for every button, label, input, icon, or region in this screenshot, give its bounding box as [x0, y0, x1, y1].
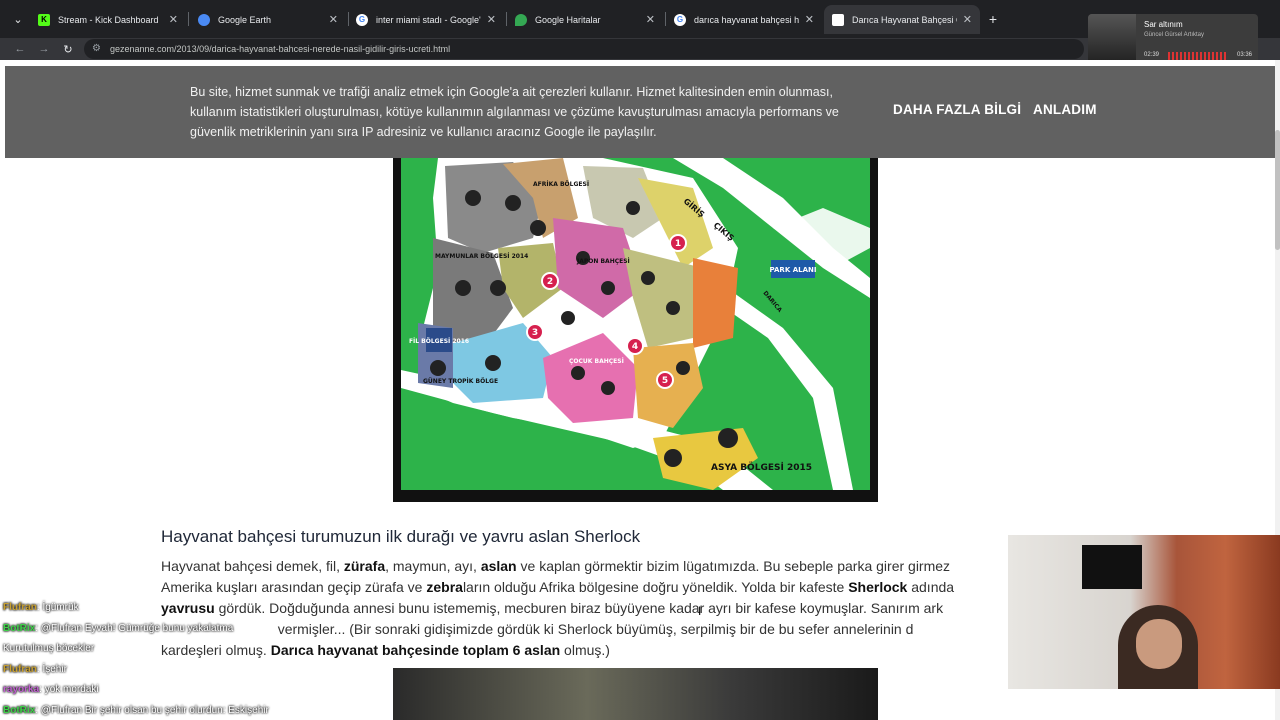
- article-text: ve kaplan görmektir bizim lügatımızda. B…: [516, 558, 954, 574]
- chat-username[interactable]: Flufran: [3, 664, 37, 675]
- close-icon[interactable]: ✕: [329, 13, 338, 26]
- chat-username[interactable]: BotRix: [3, 705, 35, 716]
- article-heading: Hayvanat bahçesi turumuzun ilk durağı ve…: [161, 527, 641, 546]
- track-artist: Güncel Gürsel Artıktay: [1144, 32, 1205, 38]
- tab-google-earth[interactable]: Google Earth ✕: [190, 5, 346, 34]
- chat-message: rayorka: yok mordaki: [3, 680, 403, 701]
- map-number-2: 2: [547, 277, 553, 287]
- total-time: 03:36: [1236, 52, 1252, 58]
- chat-text: : @Flufran Bir şehir olsan bu şehir olur…: [35, 704, 269, 716]
- close-icon[interactable]: ✕: [963, 13, 972, 26]
- chat-username[interactable]: BotRix: [3, 623, 35, 634]
- waveform-progress[interactable]: [1168, 52, 1228, 60]
- article-link-bold[interactable]: Sherlock: [848, 579, 907, 595]
- zoo-map-image: 1 2 3 4 5 PARK ALANI AFRİKA BÖLGESİ MAYM…: [393, 158, 878, 502]
- scrollbar-thumb[interactable]: [1275, 130, 1280, 250]
- tab-title: inter miami stadı - Google'da A: [376, 14, 481, 25]
- webcam-overlay: [1008, 535, 1280, 689]
- map-label-south-tropic: GÜNEY TROPİK BÖLGE: [423, 378, 498, 385]
- google-icon: G: [356, 13, 368, 26]
- article-line: Amerika kuşları arasından geçip zürafa v…: [161, 577, 1021, 598]
- map-number-5: 5: [662, 376, 668, 386]
- more-info-button[interactable]: DAHA FAZLA BİLGİ: [893, 102, 1021, 117]
- close-icon[interactable]: ✕: [169, 13, 178, 26]
- close-icon[interactable]: ✕: [646, 13, 655, 26]
- reload-icon[interactable]: ↻: [60, 41, 76, 57]
- tab-title: Google Earth: [218, 14, 272, 25]
- tab-title: Darıca Hayvanat Bahçesi Gezim: [852, 14, 957, 25]
- chat-text: : yok mordaki: [39, 684, 99, 695]
- article-line: Hayvanat bahçesi demek, fil, zürafa, may…: [161, 556, 1021, 577]
- page-icon: [832, 13, 844, 26]
- chat-text: : İşehir: [36, 663, 67, 675]
- tab-title: Google Haritalar: [535, 14, 601, 25]
- google-maps-icon: [515, 13, 527, 26]
- map-label-elephant: FİL BÖLGESİ 2016: [409, 338, 469, 345]
- map-number-1: 1: [675, 239, 681, 249]
- url-text: gezenanne.com/2013/09/darica-hayvanat-ba…: [110, 44, 451, 54]
- chat-text: : @Flufran Eyvah! Gümrüğe bunu yakalatma: [35, 622, 234, 634]
- wall-flag: [1082, 545, 1142, 589]
- article-text: adında: [907, 579, 955, 595]
- google-icon: G: [674, 13, 686, 26]
- map-label-children: ÇOCUK BAHÇESİ: [569, 358, 624, 365]
- close-icon[interactable]: ✕: [487, 13, 496, 26]
- screen: ⌄ K Stream - Kick Dashboard ✕ Google Ear…: [0, 0, 1280, 720]
- chat-text: Kurutulmuş böcekler: [3, 643, 95, 654]
- chat-username[interactable]: rayorka: [3, 684, 39, 695]
- back-icon[interactable]: ←: [12, 41, 28, 57]
- streamer-face: [1136, 619, 1182, 669]
- article-link-bold[interactable]: zebra: [426, 579, 463, 595]
- map-label-asia: ASYA BÖLGESİ 2015: [711, 462, 812, 473]
- kick-icon: K: [38, 13, 50, 26]
- cookie-message: Bu site, hizmet sunmak ve trafiği analiz…: [190, 85, 839, 139]
- article-text: Hayvanat bahçesi demek, fil,: [161, 558, 344, 574]
- tab-title: Stream - Kick Dashboard: [58, 14, 159, 25]
- mouse-cursor: I: [698, 604, 702, 618]
- accept-cookies-button[interactable]: ANLADIM: [1033, 102, 1097, 117]
- tab-title: darıca hayvanat bahçesi harita: [694, 14, 799, 25]
- media-player-popup[interactable]: Sar altınım Güncel Gürsel Artıktay 02:39…: [1088, 14, 1258, 66]
- track-title: Sar altınım: [1144, 20, 1183, 29]
- map-label-monkeys: MAYMUNLAR BÖLGESİ 2014: [435, 253, 528, 260]
- new-tab-icon[interactable]: +: [985, 11, 1001, 27]
- article-link-bold[interactable]: aslan: [481, 558, 517, 574]
- chat-message: Flufran: İşehir: [3, 660, 403, 681]
- article-text: , maymun, ayı,: [385, 558, 481, 574]
- close-icon[interactable]: ✕: [805, 13, 814, 26]
- article-link-bold[interactable]: zürafa: [344, 558, 385, 574]
- article-photo: [393, 668, 878, 720]
- stream-chat-overlay: Flufran: İgümrük BotRix: @Flufran Eyvah! …: [3, 598, 403, 720]
- google-earth-icon: [198, 13, 210, 26]
- map-number-3: 3: [532, 328, 538, 338]
- chat-message: Kurutulmuş böcekler: [3, 639, 403, 660]
- tab-inter-miami-search[interactable]: G inter miami stadı - Google'da A ✕: [348, 5, 504, 34]
- tab-darica-zoo-article[interactable]: Darıca Hayvanat Bahçesi Gezim ✕: [824, 5, 980, 34]
- article-text: ların olduğu Afrika bölgesine doğru yöne…: [462, 579, 849, 595]
- forward-icon[interactable]: →: [36, 41, 52, 57]
- chat-username[interactable]: Flufran: [3, 602, 37, 613]
- chat-message: Flufran: İgümrük: [3, 598, 403, 619]
- map-label-park: PARK ALANI: [770, 266, 817, 274]
- address-bar[interactable]: ⚙ gezenanne.com/2013/09/darica-hayvanat-…: [84, 39, 1084, 59]
- tab-search-icon[interactable]: ⌄: [10, 11, 26, 27]
- map-label-africa: AFRİKA BÖLGESİ: [533, 181, 589, 188]
- tab-google-maps[interactable]: Google Haritalar ✕: [507, 5, 663, 34]
- chat-message: BotRix: @Flufran Eyvah! Gümrüğe bunu yak…: [3, 619, 403, 640]
- article-text: olmuş.): [560, 642, 610, 658]
- article-text: Amerika kuşları arasından geçip zürafa v…: [161, 579, 427, 595]
- chat-message: BotRix: @Flufran Bir şehir olsan bu şehi…: [3, 701, 403, 720]
- map-number-4: 4: [632, 342, 638, 352]
- album-art: [1088, 14, 1136, 62]
- chat-text: : İgümrük: [36, 602, 79, 613]
- site-info-icon[interactable]: ⚙: [92, 43, 101, 54]
- tab-kick-dashboard[interactable]: K Stream - Kick Dashboard ✕: [30, 5, 186, 34]
- map-label-japan: JAPON BAHÇESİ: [576, 258, 630, 265]
- tab-darica-map-search[interactable]: G darıca hayvanat bahçesi harita ✕: [666, 5, 822, 34]
- elapsed-time: 02:39: [1144, 52, 1160, 58]
- cookie-banner: Bu site, hizmet sunmak ve trafiği analiz…: [5, 66, 1275, 158]
